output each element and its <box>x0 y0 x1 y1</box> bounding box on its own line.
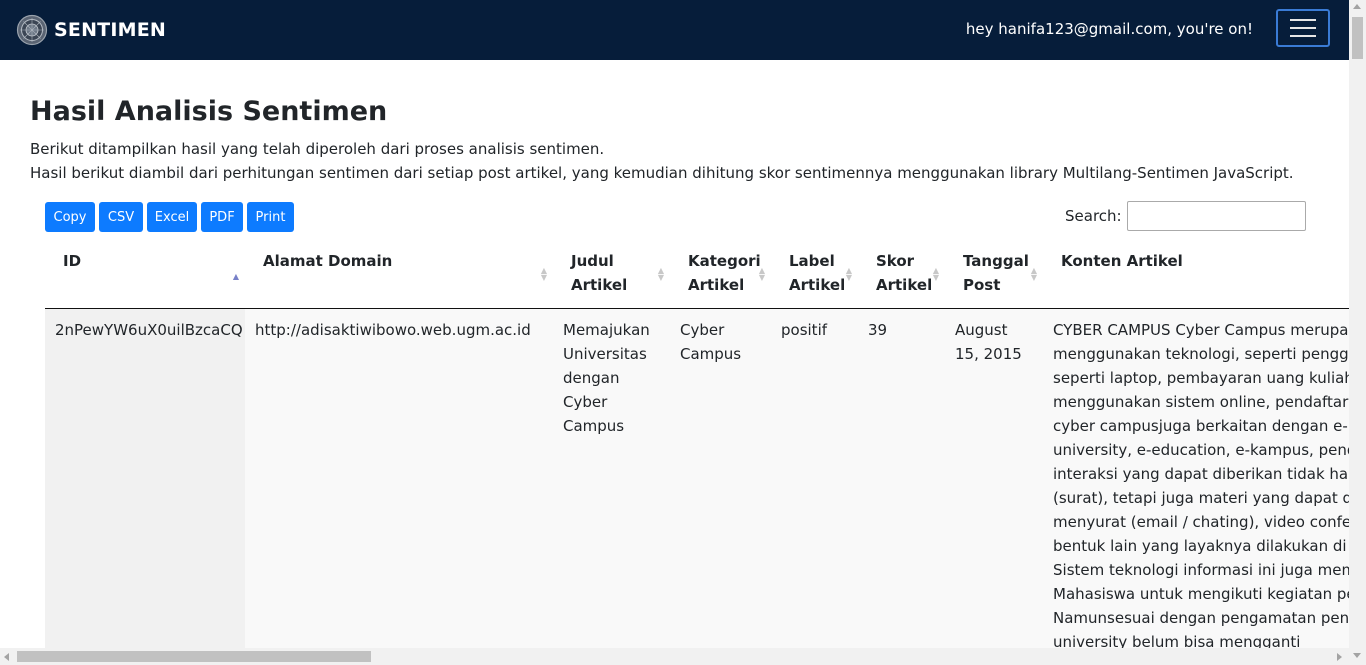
column-header-label-artikel[interactable]: Label Artikel ▲ ▼ <box>771 246 858 309</box>
cell-tanggal: August 15, 2015 <box>945 308 1043 648</box>
search-label: Search: <box>1065 207 1122 225</box>
cell-domain: http://adisaktiwibowo.web.ugm.ac.id <box>245 308 553 648</box>
cell-judul: Memajukan Universitas dengan Cyber Campu… <box>553 308 670 648</box>
column-header-label: Skor Artikel <box>876 252 933 294</box>
results-table: ID ▲ Alamat Domain ▲ ▼ Judul Artikel ▲ ▼ K… <box>45 246 1349 648</box>
brand-name: SENTIMEN <box>54 19 166 41</box>
brand[interactable]: SENTIMEN <box>16 14 166 46</box>
scroll-left-arrow-icon[interactable] <box>4 653 9 661</box>
search-box: Search: <box>1065 201 1306 231</box>
horizontal-scroll-thumb[interactable] <box>17 651 371 662</box>
sort-both-icon: ▲ ▼ <box>758 266 765 282</box>
university-seal-icon <box>16 14 48 46</box>
sort-both-icon: ▲ ▼ <box>1030 266 1037 282</box>
column-header-domain[interactable]: Alamat Domain ▲ ▼ <box>245 246 553 309</box>
column-header-judul[interactable]: Judul Artikel ▲ ▼ <box>553 246 670 309</box>
column-header-label: Judul Artikel <box>571 252 628 294</box>
cell-konten: CYBER CAMPUS Cyber Campus merupakan kamp… <box>1043 308 1349 648</box>
sort-both-icon: ▲ ▼ <box>932 266 939 282</box>
user-greeting: hey hanifa123@gmail.com, you're on! <box>965 20 1253 38</box>
column-header-konten[interactable]: Konten Artikel <box>1043 246 1349 309</box>
scroll-right-arrow-icon[interactable] <box>1337 653 1342 661</box>
column-header-label: Alamat Domain <box>263 252 393 270</box>
table-header-row: ID ▲ Alamat Domain ▲ ▼ Judul Artikel ▲ ▼ K… <box>45 246 1349 309</box>
print-button[interactable]: Print <box>247 202 294 232</box>
page-description-1: Berikut ditampilkan hasil yang telah dip… <box>30 140 605 158</box>
search-input[interactable] <box>1126 201 1306 231</box>
vertical-scroll-thumb[interactable] <box>1352 17 1363 59</box>
top-navbar: SENTIMEN hey hanifa123@gmail.com, you're… <box>0 0 1366 60</box>
vertical-scrollbar[interactable] <box>1349 0 1366 665</box>
scroll-down-arrow-icon[interactable] <box>1353 653 1361 658</box>
page-description-2: Hasil berikut diambil dari perhitungan s… <box>30 164 1294 182</box>
excel-button[interactable]: Excel <box>147 202 197 232</box>
scroll-up-arrow-icon[interactable] <box>1353 4 1361 9</box>
sort-both-icon: ▲ ▼ <box>845 266 852 282</box>
cell-id: 2nPewYW6uX0uilBzcaCQ <box>45 308 245 648</box>
column-header-tanggal[interactable]: Tanggal Post ▲ ▼ <box>945 246 1043 309</box>
column-header-label: Label Artikel <box>789 252 846 294</box>
column-header-label: Konten Artikel <box>1061 252 1183 270</box>
horizontal-scrollbar[interactable] <box>0 648 1349 665</box>
results-table-container: ID ▲ Alamat Domain ▲ ▼ Judul Artikel ▲ ▼ K… <box>45 246 1349 648</box>
column-header-skor[interactable]: Skor Artikel ▲ ▼ <box>858 246 945 309</box>
sort-both-icon: ▲ ▼ <box>657 266 664 282</box>
cell-kategori: Cyber Campus <box>670 308 771 648</box>
page-title: Hasil Analisis Sentimen <box>30 96 388 127</box>
sort-both-icon: ▲ ▼ <box>540 266 547 282</box>
main-content: Hasil Analisis Sentimen Berikut ditampil… <box>30 60 1349 648</box>
copy-button[interactable]: Copy <box>45 202 95 232</box>
column-header-label: Tanggal Post <box>963 252 1029 294</box>
pdf-button[interactable]: PDF <box>201 202 243 232</box>
export-buttons: Copy CSV Excel PDF Print <box>45 202 294 232</box>
table-row[interactable]: 2nPewYW6uX0uilBzcaCQ http://adisaktiwibo… <box>45 308 1349 648</box>
column-header-label: Kategori Artikel <box>688 252 761 294</box>
column-header-label: ID <box>63 252 82 270</box>
csv-button[interactable]: CSV <box>99 202 143 232</box>
cell-label: positif <box>771 308 858 648</box>
sort-ascending-icon: ▲ <box>232 272 239 281</box>
hamburger-menu-icon[interactable] <box>1276 9 1330 47</box>
cell-skor: 39 <box>858 308 945 648</box>
column-header-id[interactable]: ID ▲ <box>45 246 245 309</box>
column-header-kategori[interactable]: Kategori Artikel ▲ ▼ <box>670 246 771 309</box>
